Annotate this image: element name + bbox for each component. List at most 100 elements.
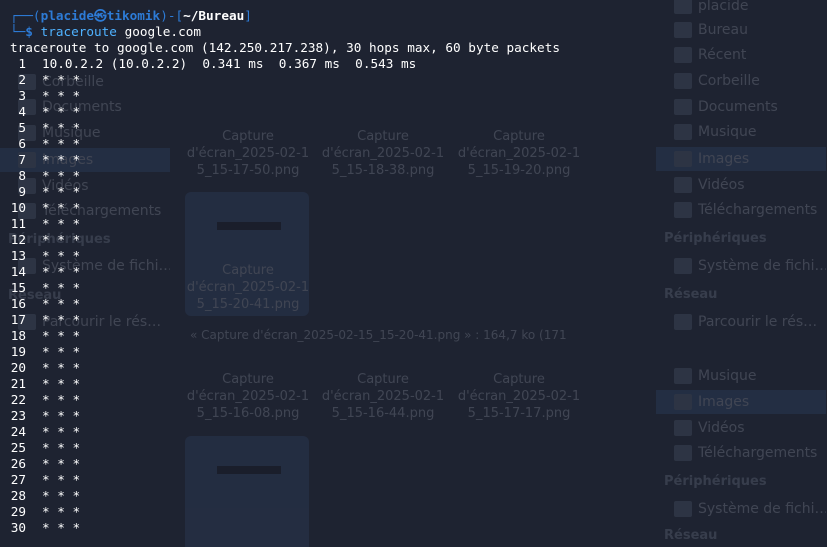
hop-number: 25 (10, 440, 26, 455)
prompt-separator: )-[ (160, 8, 184, 23)
hop-row: 18 * * * (10, 328, 80, 344)
hop-row: 2 * * * (10, 72, 80, 88)
hop-row: 22 * * * (10, 392, 80, 408)
hop-number: 5 (18, 120, 26, 135)
hop-result: * * * (42, 248, 81, 263)
hop-row: 20 * * * (10, 360, 80, 376)
prompt-close: ] (244, 8, 252, 23)
hop-number: 29 (10, 504, 26, 519)
prompt-user-host: placide㉿tikomik (40, 8, 161, 23)
hop-result: * * * (42, 504, 81, 519)
hop-result: * * * (42, 408, 81, 423)
hop-row: 17 * * * (10, 312, 80, 328)
hop-result: 10.0.2.2 (10.0.2.2) 0.341 ms 0.367 ms 0.… (42, 56, 417, 71)
hop-row: 15 * * * (10, 280, 80, 296)
hop-result: * * * (42, 72, 81, 87)
hop-row: 10 * * * (10, 200, 80, 216)
hop-row: 9 * * * (10, 184, 80, 200)
hop-result: * * * (42, 424, 81, 439)
hop-number: 10 (10, 200, 26, 215)
hop-result: * * * (42, 456, 81, 471)
hop-row: 27 * * * (10, 472, 80, 488)
hop-number: 7 (18, 152, 26, 167)
hop-number: 27 (10, 472, 26, 487)
hop-result: * * * (42, 216, 81, 231)
hop-number: 15 (10, 280, 26, 295)
hop-number: 11 (10, 216, 26, 231)
hop-number: 22 (10, 392, 26, 407)
command-name: traceroute (40, 24, 117, 39)
hop-number: 9 (18, 184, 26, 199)
hop-number: 13 (10, 248, 26, 263)
hop-row: 14 * * * (10, 264, 80, 280)
hop-number: 23 (10, 408, 26, 423)
hop-number: 3 (18, 88, 26, 103)
hop-row: 30 * * * (10, 520, 80, 536)
hop-result: * * * (42, 312, 81, 327)
hop-row: 5 * * * (10, 120, 80, 136)
command-line: └─$ traceroute google.com (10, 24, 201, 40)
hop-number: 26 (10, 456, 26, 471)
hop-result: * * * (42, 488, 81, 503)
hop-number: 6 (18, 136, 26, 151)
hop-result: * * * (42, 328, 81, 343)
hop-number: 28 (10, 488, 26, 503)
hop-row: 16 * * * (10, 296, 80, 312)
hop-result: * * * (42, 120, 81, 135)
prompt-line: ┌──(placide㉿tikomik)-[~/Bureau] (10, 8, 252, 24)
hop-row: 28 * * * (10, 488, 80, 504)
hop-number: 16 (10, 296, 26, 311)
hop-result: * * * (42, 280, 81, 295)
hop-result: * * * (42, 264, 81, 279)
hop-row: 25 * * * (10, 440, 80, 456)
hop-row: 13 * * * (10, 248, 80, 264)
prompt-cwd: ~/Bureau (183, 8, 245, 23)
prompt-corner: ┌──( (10, 8, 41, 23)
traceroute-header: traceroute to google.com (142.250.217.23… (10, 40, 560, 55)
hop-result: * * * (42, 472, 81, 487)
hop-result: * * * (42, 200, 81, 215)
hop-row: 12 * * * (10, 232, 80, 248)
hop-number: 18 (10, 328, 26, 343)
hop-result: * * * (42, 152, 81, 167)
hop-number: 21 (10, 376, 26, 391)
hop-result: * * * (42, 344, 81, 359)
hop-result: * * * (42, 376, 81, 391)
hop-number: 12 (10, 232, 26, 247)
terminal-output[interactable]: ┌──(placide㉿tikomik)-[~/Bureau] └─$ trac… (0, 0, 827, 547)
hop-row: 1 10.0.2.2 (10.0.2.2) 0.341 ms 0.367 ms 0… (10, 56, 416, 72)
hop-result: * * * (42, 440, 81, 455)
hop-number: 24 (10, 424, 26, 439)
hop-row: 6 * * * (10, 136, 80, 152)
hop-number: 17 (10, 312, 26, 327)
hop-result: * * * (42, 296, 81, 311)
prompt-dollar: $ (25, 24, 33, 39)
hop-row: 24 * * * (10, 424, 80, 440)
hop-number: 2 (18, 72, 26, 87)
hop-number: 8 (18, 168, 26, 183)
hop-number: 30 (10, 520, 26, 535)
hop-result: * * * (42, 360, 81, 375)
hop-result: * * * (42, 184, 81, 199)
hop-number: 14 (10, 264, 26, 279)
desktop-screen: Corbeille Documents Musique Images Vidéo… (0, 0, 827, 547)
hop-row: 8 * * * (10, 168, 80, 184)
prompt-corner-bottom: └─ (10, 24, 26, 39)
hop-result: * * * (42, 104, 81, 119)
hop-row: 29 * * * (10, 504, 80, 520)
hop-number: 20 (10, 360, 26, 375)
hop-result: * * * (42, 168, 81, 183)
hop-result: * * * (42, 520, 81, 535)
hop-result: * * * (42, 392, 81, 407)
hop-number: 4 (18, 104, 26, 119)
hop-row: 21 * * * (10, 376, 80, 392)
command-argument: google.com (124, 24, 201, 39)
hop-row: 19 * * * (10, 344, 80, 360)
hop-row: 26 * * * (10, 456, 80, 472)
hop-result: * * * (42, 88, 81, 103)
hop-row: 23 * * * (10, 408, 80, 424)
hop-result: * * * (42, 136, 81, 151)
hop-number: 1 (18, 56, 26, 71)
hop-row: 11 * * * (10, 216, 80, 232)
hop-row: 7 * * * (10, 152, 80, 168)
